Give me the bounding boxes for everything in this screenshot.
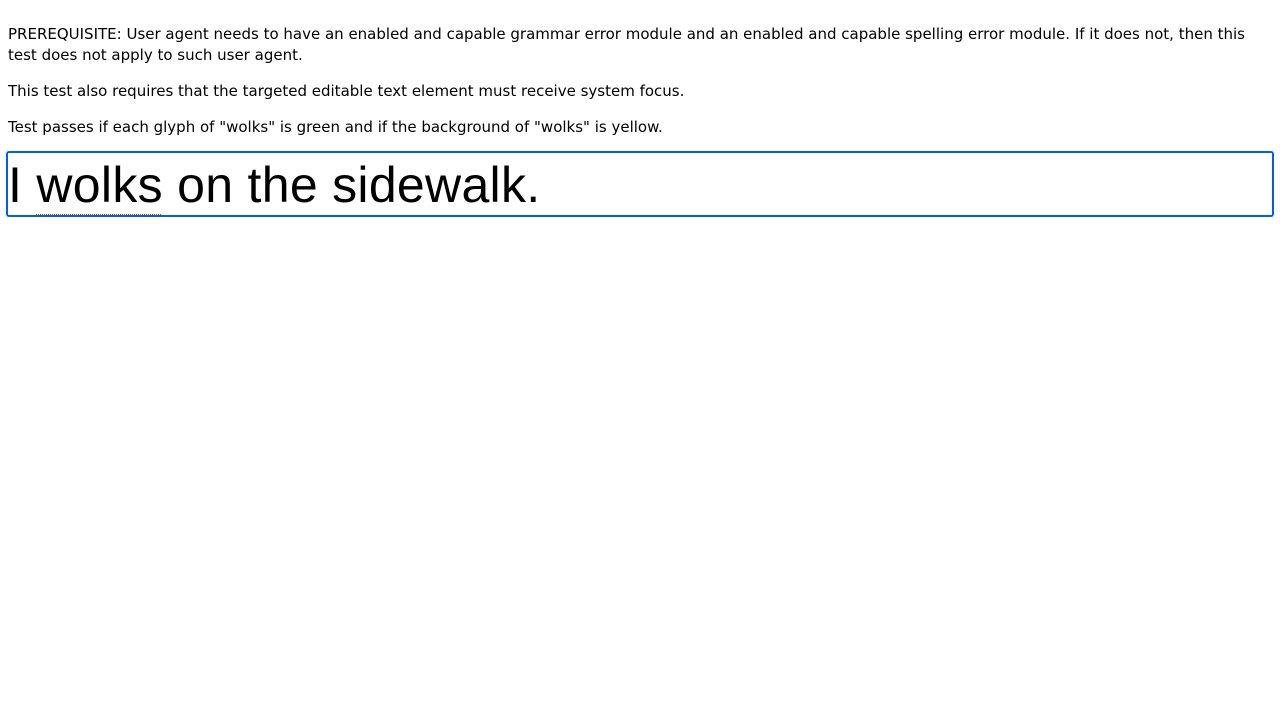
prerequisite-text: PREREQUISITE: User agent needs to have a… (8, 25, 1245, 64)
misspelled-word[interactable]: wolks (36, 157, 163, 213)
focus-requirement-text: This test also requires that the targete… (8, 82, 685, 100)
editable-text-content: I wolks on the sidewalk. (8, 155, 540, 215)
pass-condition-text: Test passes if each glyph of "wolks" is … (8, 118, 663, 136)
editable-text-field[interactable]: I wolks on the sidewalk. (6, 151, 1274, 217)
text-before: I (8, 157, 37, 213)
text-after: on the sidewalk. (162, 157, 541, 213)
